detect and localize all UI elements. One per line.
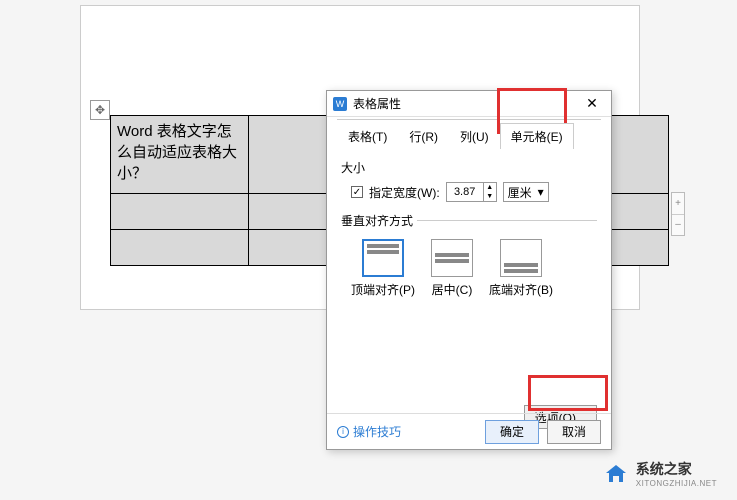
- valign-bottom-option[interactable]: 底端对齐(B): [489, 239, 553, 298]
- size-group-label: 大小: [341, 159, 597, 176]
- dialog-title: 表格属性: [353, 95, 579, 112]
- valign-center-option[interactable]: 居中(C): [431, 239, 473, 298]
- dash-icon[interactable]: –: [672, 215, 684, 236]
- width-value[interactable]: 3.87: [447, 186, 483, 198]
- spinner-up-icon[interactable]: ▲: [484, 183, 496, 192]
- watermark-en: XITONGZHIJIA.NET: [636, 479, 717, 488]
- table-cell[interactable]: [249, 116, 335, 194]
- valign-bottom-label: 底端对齐(B): [489, 281, 553, 298]
- valign-center-icon: [431, 239, 473, 277]
- watermark-cn: 系统之家: [636, 459, 717, 479]
- close-button[interactable]: ✕: [579, 94, 605, 114]
- tab-column[interactable]: 列(U): [449, 123, 500, 149]
- valign-top-option[interactable]: 顶端对齐(P): [351, 239, 415, 298]
- tab-row[interactable]: 行(R): [398, 123, 449, 149]
- table-cell[interactable]: [111, 230, 249, 266]
- unit-value: 厘米: [508, 184, 532, 201]
- valign-top-icon: [362, 239, 404, 277]
- table-cell[interactable]: [111, 194, 249, 230]
- plus-icon[interactable]: +: [672, 193, 684, 215]
- dialog-footer: i 操作技巧 确定 取消: [327, 413, 611, 449]
- table-properties-dialog: W 表格属性 ✕ 表格(T) 行(R) 列(U) 单元格(E) 大小 ✓ 指定宽…: [326, 90, 612, 450]
- house-icon: [602, 462, 630, 486]
- side-handle[interactable]: + –: [671, 192, 685, 236]
- width-spinner[interactable]: 3.87 ▲ ▼: [446, 182, 497, 202]
- tips-link[interactable]: i 操作技巧: [337, 423, 477, 440]
- valign-top-label: 顶端对齐(P): [351, 281, 415, 298]
- table-cell[interactable]: [249, 230, 335, 266]
- table-move-handle-icon[interactable]: ✥: [90, 100, 110, 120]
- dialog-titlebar[interactable]: W 表格属性 ✕: [327, 91, 611, 117]
- unit-select[interactable]: 厘米 ▾: [503, 182, 549, 202]
- table-cell[interactable]: [249, 194, 335, 230]
- info-icon: i: [337, 426, 349, 438]
- specify-width-checkbox[interactable]: ✓: [351, 186, 363, 198]
- specify-width-label: 指定宽度(W):: [369, 184, 440, 201]
- cancel-button[interactable]: 取消: [547, 420, 601, 444]
- spinner-down-icon[interactable]: ▼: [484, 192, 496, 201]
- valign-center-label: 居中(C): [432, 281, 473, 298]
- dialog-tabs: 表格(T) 行(R) 列(U) 单元格(E): [327, 117, 611, 149]
- table-cell[interactable]: Word 表格文字怎么自动适应表格大小？: [111, 116, 249, 194]
- valign-bottom-icon: [500, 239, 542, 277]
- chevron-down-icon: ▾: [538, 185, 544, 199]
- close-icon: ✕: [586, 95, 598, 112]
- tab-cell[interactable]: 单元格(E): [500, 123, 574, 149]
- tab-table[interactable]: 表格(T): [337, 123, 398, 149]
- tips-label: 操作技巧: [353, 423, 401, 440]
- ok-button[interactable]: 确定: [485, 420, 539, 444]
- dialog-body: 大小 ✓ 指定宽度(W): 3.87 ▲ ▼ 厘米 ▾ 垂直对齐方式: [327, 149, 611, 312]
- valign-group-label: 垂直对齐方式: [341, 212, 597, 229]
- app-icon: W: [333, 97, 347, 111]
- watermark: 系统之家 XITONGZHIJIA.NET: [602, 459, 717, 488]
